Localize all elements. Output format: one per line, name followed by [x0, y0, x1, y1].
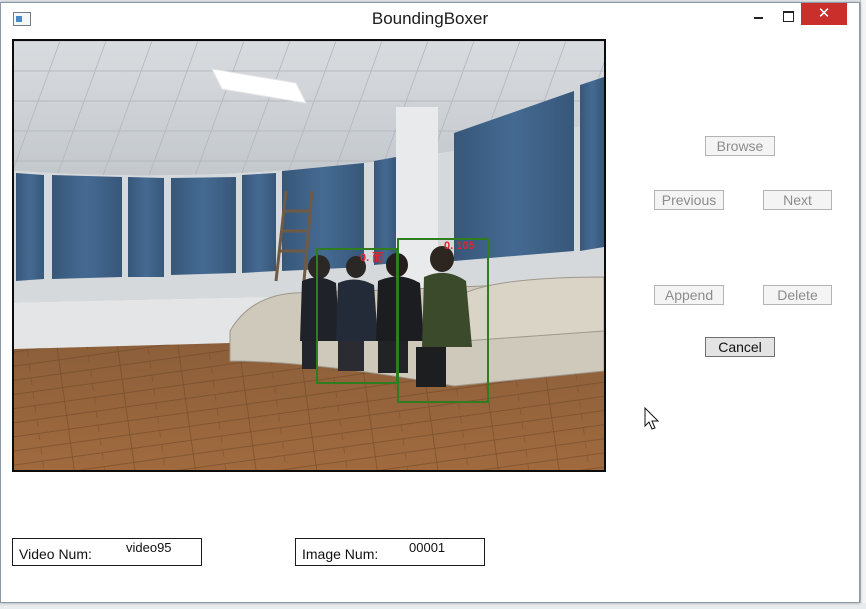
video-num-value: video95 [126, 540, 172, 555]
browse-button[interactable]: Browse [705, 136, 775, 156]
close-icon[interactable]: ✕ [801, 3, 847, 25]
image-num-value: 00001 [409, 540, 446, 555]
image-num-field: Image Num: 00001 [295, 538, 485, 566]
delete-button[interactable]: Delete [763, 285, 832, 305]
mouse-pointer-icon [644, 407, 660, 430]
minimize-icon[interactable] [744, 3, 774, 29]
video-num-field: Video Num: video95 [12, 538, 202, 566]
cancel-button[interactable]: Cancel [705, 337, 775, 357]
next-button[interactable]: Next [763, 190, 832, 210]
image-num-label: Image Num: [302, 546, 379, 562]
bounding-box-1-label: 0. 而 [360, 252, 384, 264]
bounding-box-2-label: 0. 105 [444, 240, 475, 252]
window-title: BoundingBoxer [371, 9, 489, 28]
previous-button[interactable]: Previous [654, 190, 724, 210]
room-photo [14, 41, 604, 470]
background-right-edge [860, 0, 866, 609]
video-num-label: Video Num: [19, 546, 92, 562]
append-button[interactable]: Append [654, 285, 724, 305]
title-bar[interactable]: BoundingBoxer ✕ [1, 3, 859, 35]
image-viewport[interactable]: 0. 而 0. 105 [12, 39, 606, 472]
maximize-icon[interactable] [773, 3, 803, 29]
background-bottom-edge [0, 603, 866, 609]
app-window: BoundingBoxer ✕ 0. 而 0. 105 Browse Previ… [0, 2, 860, 603]
